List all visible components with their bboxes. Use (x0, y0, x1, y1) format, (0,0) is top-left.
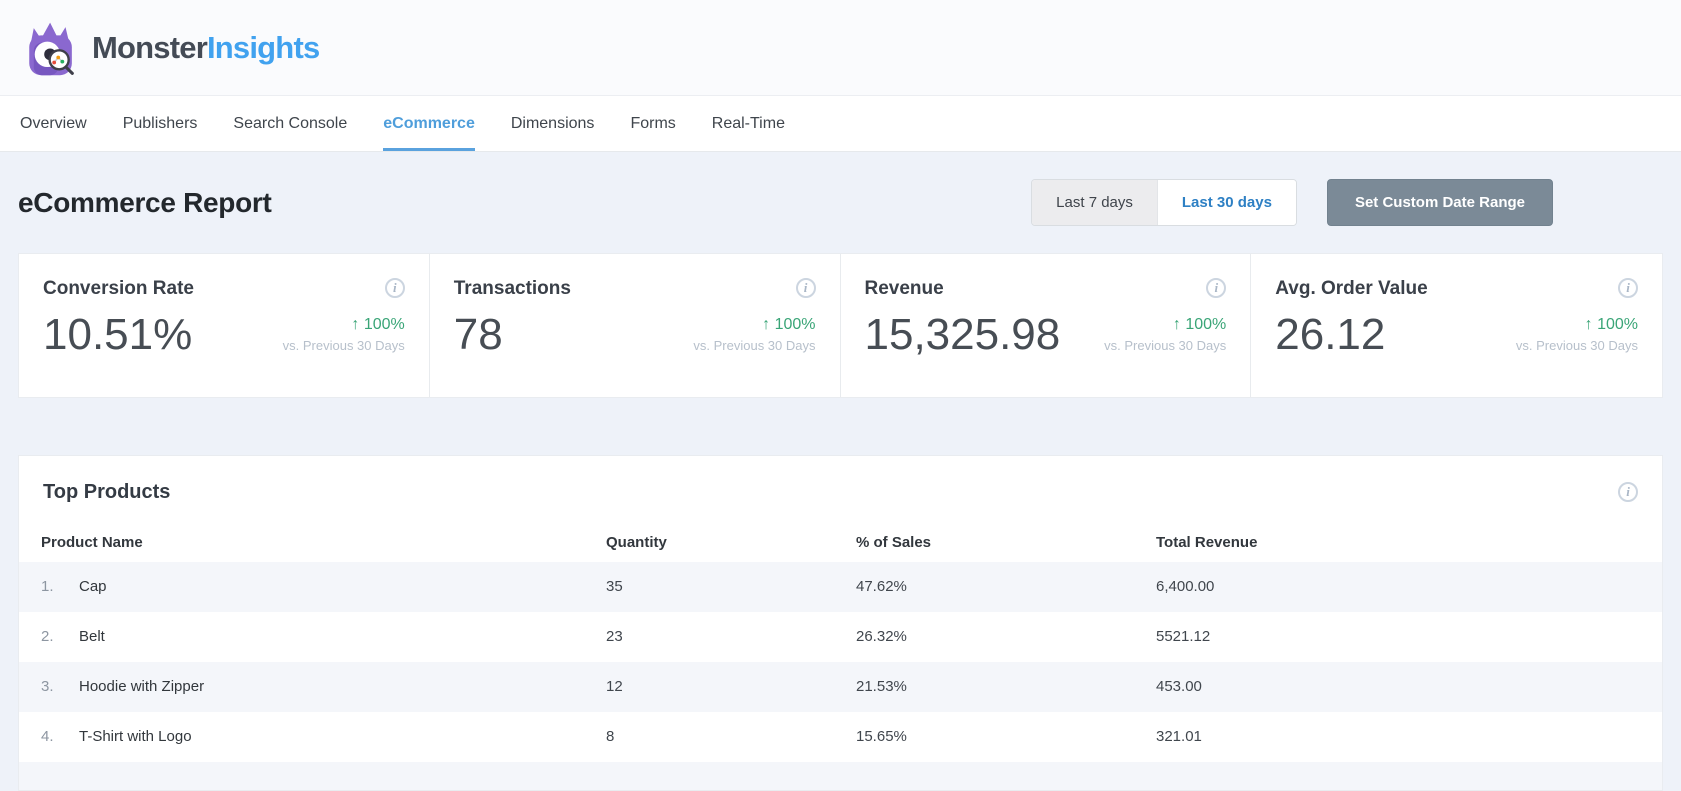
metric-comparison: ↑ 100% vs. Previous 30 Days (693, 316, 815, 353)
pct-of-sales-cell: 47.62% (856, 578, 907, 596)
logo-wordmark-monster: Monster (92, 29, 208, 65)
report-nav: Overview Publishers Search Console eCommerc… (0, 95, 1681, 152)
up-arrow-icon: ↑ (351, 316, 360, 333)
product-name-cell: 2. Belt (41, 628, 606, 645)
nav-tab[interactable]: Forms (630, 96, 675, 151)
logo-wordmark: MonsterInsights (92, 29, 320, 66)
metric-card-header: Transactions i (454, 278, 816, 300)
metric-vs-label: vs. Previous 30 Days (693, 338, 816, 353)
metric-change: ↑ 100% (283, 316, 405, 334)
metric-title: Avg. Order Value (1275, 278, 1428, 299)
metric-title: Revenue (864, 278, 944, 299)
date-controls: Last 7 days Last 30 days Set Custom Date … (1031, 179, 1553, 226)
row-rank: 4. (41, 728, 54, 746)
total-revenue-cell: 5521.12 (1156, 628, 1211, 646)
date-range-option[interactable]: Last 7 days (1032, 180, 1157, 225)
info-icon[interactable]: i (384, 278, 405, 298)
info-icon[interactable]: i (1618, 482, 1638, 503)
pct-of-sales-cell: 21.53% (856, 678, 907, 696)
table-row: 3. Hoodie with Zipper 12 21.53% 453.00 (19, 661, 1662, 712)
metric-change-value: 100% (1185, 316, 1227, 333)
total-revenue-cell: 321.01 (1156, 728, 1202, 746)
set-custom-date-range-button[interactable]: Set Custom Date Range (1326, 179, 1553, 226)
metric-change-value: 100% (1597, 316, 1638, 333)
metric-change: ↑ 100% (693, 316, 815, 334)
metric-card-header: Revenue i (865, 278, 1227, 300)
pct-of-sales-cell: 26.32% (856, 628, 907, 646)
report-header: eCommerce Report Last 7 days Last 30 days… (18, 179, 1663, 226)
page-title: eCommerce Report (18, 186, 272, 218)
metric-change: ↑ 100% (1104, 316, 1226, 334)
top-products-header: Top Products i (19, 456, 1662, 524)
up-arrow-icon: ↑ (1172, 316, 1181, 333)
logo-wordmark-insights: Insights (206, 29, 320, 65)
quantity-cell: 35 (606, 578, 623, 596)
nav-tab[interactable]: Dimensions (511, 96, 595, 151)
nav-tab[interactable]: eCommerce (383, 96, 475, 151)
pct-of-sales-cell: 15.65% (856, 728, 907, 746)
info-icon[interactable]: i (1618, 278, 1638, 298)
product-name-cell: 1. Cap (41, 578, 606, 595)
product-name-cell: 3. Hoodie with Zipper (41, 678, 606, 695)
metric-vs-label: vs. Previous 30 Days (282, 338, 405, 353)
metric-card: Revenue i 15,325.98 ↑ 100% vs. Previous … (841, 254, 1252, 397)
top-products-title: Top Products (43, 480, 171, 503)
row-rank: 1. (41, 578, 54, 596)
table-row: 4. T-Shirt with Logo 8 15.65% 321.01 (19, 712, 1662, 762)
metric-card: Avg. Order Value i 26.12 ↑ 100% vs. Prev… (1251, 254, 1662, 397)
date-range-toggle: Last 7 days Last 30 days (1031, 179, 1297, 226)
product-name: Belt (79, 628, 105, 646)
product-name: Hoodie with Zipper (79, 678, 205, 696)
up-arrow-icon: ↑ (762, 316, 771, 333)
nav-tab[interactable]: Real-Time (712, 96, 785, 151)
product-name: T-Shirt with Logo (79, 728, 192, 746)
metric-change: ↑ 100% (1516, 316, 1638, 334)
quantity-cell: 23 (606, 628, 623, 646)
monster-mascot-icon (29, 22, 74, 75)
product-name-cell: 4. T-Shirt with Logo (41, 728, 606, 745)
top-products-card: Top Products i Product Name Quantity % of … (18, 454, 1663, 791)
column-header: % of Sales (856, 534, 932, 552)
metric-title: Transactions (453, 278, 571, 299)
column-header: Product Name (41, 534, 143, 552)
table-row-partial (19, 761, 1662, 790)
metric-comparison: ↑ 100% vs. Previous 30 Days (1104, 316, 1226, 353)
metric-card: Conversion Rate i 10.51% ↑ 100% vs. Prev… (19, 254, 430, 397)
metric-title: Conversion Rate (43, 278, 194, 299)
date-range-option[interactable]: Last 30 days (1156, 180, 1296, 225)
metric-card: Transactions i 78 ↑ 100% vs. Previous 30… (430, 254, 841, 397)
quantity-cell: 8 (606, 728, 615, 746)
metric-card-header: Avg. Order Value i (1275, 278, 1638, 300)
table-row: 2. Belt 23 26.32% 5521.12 (19, 612, 1662, 662)
report-content: eCommerce Report Last 7 days Last 30 days… (0, 179, 1681, 791)
nav-tab[interactable]: Search Console (233, 96, 347, 151)
total-revenue-cell: 6,400.00 (1156, 578, 1215, 596)
info-icon[interactable]: i (795, 278, 816, 298)
row-rank: 2. (41, 628, 54, 646)
table-body: 1. Cap 35 47.62% 6,400.00 2. Belt 23 26.… (19, 561, 1662, 762)
info-icon[interactable]: i (1206, 278, 1227, 298)
table-row: 1. Cap 35 47.62% 6,400.00 (19, 561, 1662, 612)
metric-vs-label: vs. Previous 30 Days (1515, 338, 1638, 353)
quantity-cell: 12 (606, 678, 623, 696)
top-products-table: Product Name Quantity % of Sales Total Reve… (19, 524, 1662, 790)
row-rank: 3. (41, 678, 54, 696)
metric-change-value: 100% (774, 316, 816, 333)
product-name: Cap (79, 578, 107, 596)
metric-vs-label: vs. Previous 30 Days (1104, 338, 1227, 353)
metric-comparison: ↑ 100% vs. Previous 30 Days (283, 316, 405, 353)
up-arrow-icon: ↑ (1584, 316, 1593, 333)
total-revenue-cell: 453.00 (1156, 678, 1202, 696)
column-header: Total Revenue (1156, 534, 1258, 552)
metrics-row: Conversion Rate i 10.51% ↑ 100% vs. Prev… (18, 253, 1663, 398)
metric-change-value: 100% (363, 316, 405, 333)
nav-tab[interactable]: Publishers (123, 96, 198, 151)
app-header: MonsterInsights (0, 0, 1681, 95)
metric-card-header: Conversion Rate i (43, 278, 405, 300)
metric-comparison: ↑ 100% vs. Previous 30 Days (1516, 316, 1638, 353)
nav-tab[interactable]: Overview (20, 96, 87, 151)
column-header: Quantity (606, 534, 667, 552)
monsterinsights-logo: MonsterInsights (22, 19, 320, 77)
table-header-row: Product Name Quantity % of Sales Total Reve… (19, 524, 1662, 562)
